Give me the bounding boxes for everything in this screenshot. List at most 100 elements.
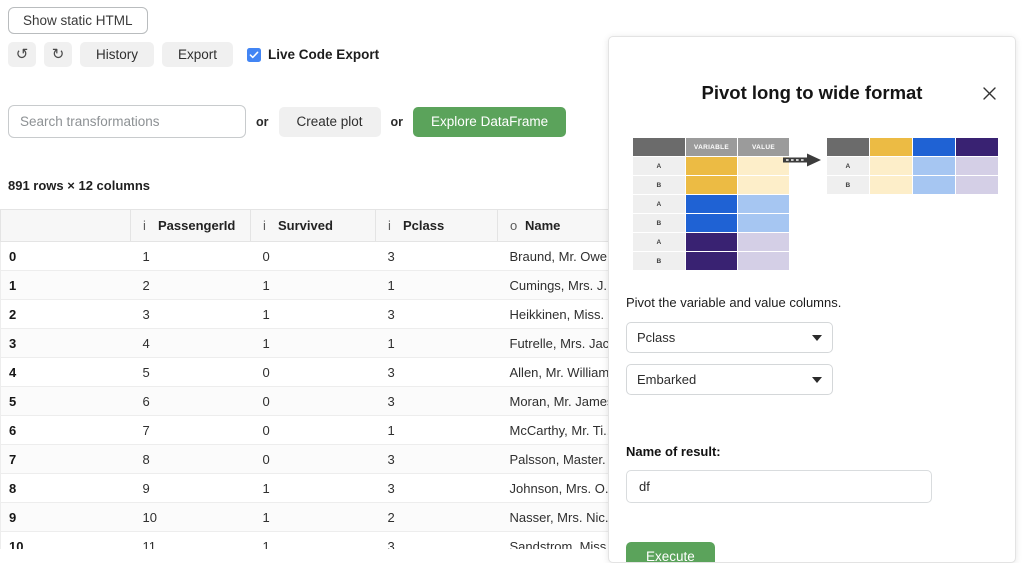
cell-passengerid: 8: [131, 445, 251, 474]
execute-button[interactable]: Execute: [626, 542, 715, 563]
live-code-export-label: Live Code Export: [268, 47, 379, 62]
cell-name: Allen, Mr. William.: [498, 358, 621, 387]
dtype-icon-object: o: [510, 218, 525, 233]
illustration-wide-cell: [913, 157, 955, 175]
column-label: Pclass: [403, 218, 444, 233]
cell-survived: 0: [251, 445, 376, 474]
create-plot-button[interactable]: Create plot: [279, 107, 381, 137]
illustration-long-header-row: VARIABLEVALUE: [633, 138, 789, 156]
redo-icon[interactable]: ↻: [44, 42, 72, 67]
live-code-export-toggle[interactable]: Live Code Export: [247, 47, 379, 62]
cell-pclass: 2: [376, 503, 498, 532]
illustration-long-column-header: VALUE: [738, 138, 789, 156]
cell-passengerid: 3: [131, 300, 251, 329]
cell-survived: 0: [251, 358, 376, 387]
table-row[interactable]: 8 9 1 3 Johnson, Mrs. O.: [1, 474, 621, 503]
cell-pclass: 3: [376, 358, 498, 387]
illustration-wide-column-header: [870, 138, 912, 156]
checkbox-checked-icon[interactable]: [247, 48, 261, 62]
cell-pclass: 3: [376, 532, 498, 550]
illustration-long-row: B: [633, 176, 789, 194]
cell-survived: 0: [251, 242, 376, 271]
table-row[interactable]: 1 2 1 1 Cumings, Mrs. J..: [1, 271, 621, 300]
toolbar-actions: ↺ ↻ History Export Live Code Export: [8, 42, 379, 67]
cell-passengerid: 10: [131, 503, 251, 532]
illustration-wide-cell: [870, 157, 912, 175]
column-header-survived[interactable]: iSurvived: [251, 210, 376, 242]
cell-passengerid: 4: [131, 329, 251, 358]
undo-icon[interactable]: ↺: [8, 42, 36, 67]
cell-pclass: 1: [376, 329, 498, 358]
table-row[interactable]: 6 7 0 1 McCarthy, Mr. Ti..: [1, 416, 621, 445]
column-header-index[interactable]: [1, 210, 131, 242]
dtype-icon-int: i: [388, 218, 403, 233]
dtype-icon-int: i: [143, 218, 158, 233]
cell-name: Sandstrom, Miss.: [498, 532, 621, 550]
cell-survived: 1: [251, 329, 376, 358]
row-index: 7: [1, 445, 131, 474]
illustration-long-row-label: A: [633, 195, 685, 213]
illustration-long-value-cell: [738, 233, 789, 251]
illustration-wide-table: AB: [826, 137, 999, 195]
illustration-long-variable-cell: [686, 157, 737, 175]
pivot-hint-label: Pivot the variable and value columns.: [626, 295, 841, 310]
illustration-wide-row: A: [827, 157, 998, 175]
show-static-html-button[interactable]: Show static HTML: [8, 7, 148, 34]
illustration-long-row-label: A: [633, 233, 685, 251]
cell-name: Heikkinen, Miss. .: [498, 300, 621, 329]
cell-pclass: 1: [376, 416, 498, 445]
column-header-pclass[interactable]: iPclass: [376, 210, 498, 242]
cell-passengerid: 6: [131, 387, 251, 416]
row-index: 0: [1, 242, 131, 271]
table-row[interactable]: 10 11 1 3 Sandstrom, Miss.: [1, 532, 621, 550]
illustration-long-column-header: VARIABLE: [686, 138, 737, 156]
cell-survived: 1: [251, 300, 376, 329]
illustration-long-value-cell: [738, 252, 789, 270]
illustration-wide-header-row: [827, 138, 998, 156]
illustration-long-row-label: B: [633, 214, 685, 232]
search-input[interactable]: [8, 105, 246, 138]
chevron-down-icon: [812, 335, 822, 341]
illustration-wide-column-header: [913, 138, 955, 156]
illustration-long-value-cell: [738, 214, 789, 232]
illustration-long-table: VARIABLEVALUEABABAB: [632, 137, 790, 271]
variable-column-select[interactable]: Pclass: [626, 322, 833, 353]
arrow-right-icon: [783, 152, 823, 168]
dataframe-table-container[interactable]: iPassengerId iSurvived iPclass oName 0: [0, 209, 620, 549]
table-row[interactable]: 3 4 1 1 Futrelle, Mrs. Jac.: [1, 329, 621, 358]
illustration-long-variable-cell: [686, 176, 737, 194]
illustration-long-row-label: A: [633, 157, 685, 175]
result-name-input[interactable]: [626, 470, 932, 503]
value-column-select[interactable]: Embarked: [626, 364, 833, 395]
illustration-wide-cell: [956, 157, 998, 175]
cell-survived: 1: [251, 503, 376, 532]
cell-pclass: 3: [376, 300, 498, 329]
explore-dataframe-button[interactable]: Explore DataFrame: [413, 107, 566, 137]
table-row[interactable]: 0 1 0 3 Braund, Mr. Owe.: [1, 242, 621, 271]
illustration-wide-cell: [870, 176, 912, 194]
table-row[interactable]: 7 8 0 3 Palsson, Master. .: [1, 445, 621, 474]
transform-search-row: or Create plot or Explore DataFrame: [8, 105, 566, 138]
table-row[interactable]: 2 3 1 3 Heikkinen, Miss. .: [1, 300, 621, 329]
cell-name: Futrelle, Mrs. Jac.: [498, 329, 621, 358]
app-root: Show static HTML ↺ ↻ History Export Live…: [0, 0, 1024, 563]
column-header-passengerid[interactable]: iPassengerId: [131, 210, 251, 242]
row-index: 5: [1, 387, 131, 416]
history-button[interactable]: History: [80, 42, 154, 67]
illustration-long-value-cell: [738, 157, 789, 175]
cell-name: Nasser, Mrs. Nic..: [498, 503, 621, 532]
or-separator-2: or: [391, 115, 404, 129]
table-row[interactable]: 4 5 0 3 Allen, Mr. William.: [1, 358, 621, 387]
illustration-long-variable-cell: [686, 214, 737, 232]
column-label: PassengerId: [158, 218, 235, 233]
illustration-long-variable-cell: [686, 233, 737, 251]
table-row[interactable]: 5 6 0 3 Moran, Mr. James: [1, 387, 621, 416]
illustration-long-value-cell: [738, 195, 789, 213]
table-row[interactable]: 9 10 1 2 Nasser, Mrs. Nic..: [1, 503, 621, 532]
column-header-name[interactable]: oName: [498, 210, 621, 242]
illustration-long-stub-header: [633, 138, 685, 156]
cell-passengerid: 11: [131, 532, 251, 550]
illustration-long-variable-cell: [686, 252, 737, 270]
row-index: 10: [1, 532, 131, 550]
export-button[interactable]: Export: [162, 42, 233, 67]
